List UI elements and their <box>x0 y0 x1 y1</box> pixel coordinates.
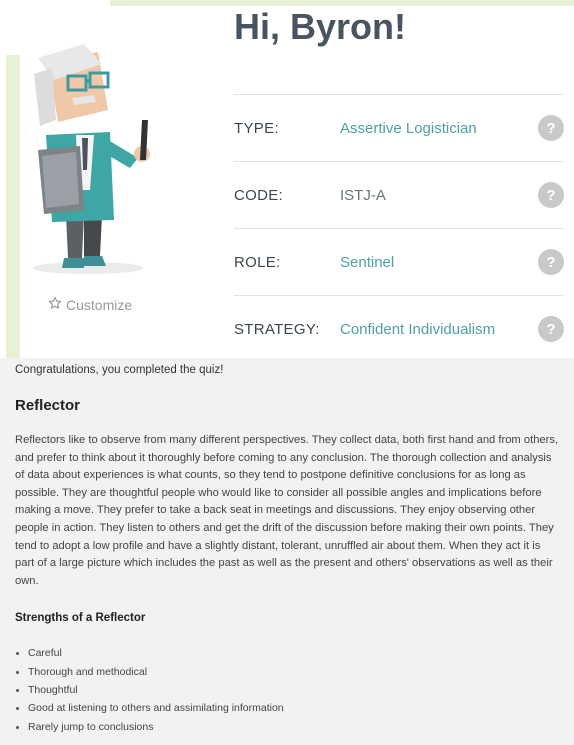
type-label: TYPE: <box>234 119 279 137</box>
star-outline-icon <box>48 296 62 313</box>
info-row-type: TYPE: Assertive Logistician ? <box>234 94 564 161</box>
type-value-link[interactable]: Assertive Logistician <box>340 120 477 137</box>
customize-button[interactable]: Customize <box>48 296 132 313</box>
question-circle-icon[interactable]: ? <box>538 182 564 208</box>
customize-label: Customize <box>66 296 133 313</box>
profile-header: Customize Hi, Byron! TYPE: Assertive Log… <box>0 0 574 358</box>
strengths-heading: Strengths of a Reflector <box>15 612 146 625</box>
list-item: Good at listening to others and assimila… <box>15 699 560 717</box>
quiz-result-content: Congratulations, you completed the quiz!… <box>15 362 560 736</box>
list-item: Rarely jump to conclusions <box>15 718 560 736</box>
role-label: ROLE: <box>234 253 281 271</box>
greeting-title: Hi, Byron! <box>234 6 407 47</box>
learning-style-description: Reflectors like to observe from many dif… <box>15 434 559 587</box>
congratulations-text: Congratulations, you completed the quiz! <box>15 364 224 376</box>
list-item: Thorough and methodical <box>15 663 560 681</box>
question-circle-icon[interactable]: ? <box>538 115 564 141</box>
list-item: Thoughtful <box>15 681 560 699</box>
personality-info: TYPE: Assertive Logistician ? CODE: ISTJ… <box>234 94 564 358</box>
avatar-illustration <box>33 44 150 274</box>
strategy-label: STRATEGY: <box>234 320 320 338</box>
question-circle-icon[interactable]: ? <box>538 316 564 342</box>
info-row-strategy: STRATEGY: Confident Individualism ? <box>234 295 564 358</box>
info-row-role: ROLE: Sentinel ? <box>234 228 564 295</box>
question-circle-icon[interactable]: ? <box>538 249 564 275</box>
list-item: Careful <box>15 644 560 662</box>
info-row-code: CODE: ISTJ-A ? <box>234 161 564 228</box>
learning-style-title: Reflector <box>15 397 81 414</box>
role-value-link[interactable]: Sentinel <box>340 254 394 271</box>
strategy-value-link[interactable]: Confident Individualism <box>340 321 495 338</box>
code-value: ISTJ-A <box>340 186 386 204</box>
strengths-list: Careful Thorough and methodical Thoughtf… <box>15 644 560 735</box>
code-label: CODE: <box>234 186 284 204</box>
